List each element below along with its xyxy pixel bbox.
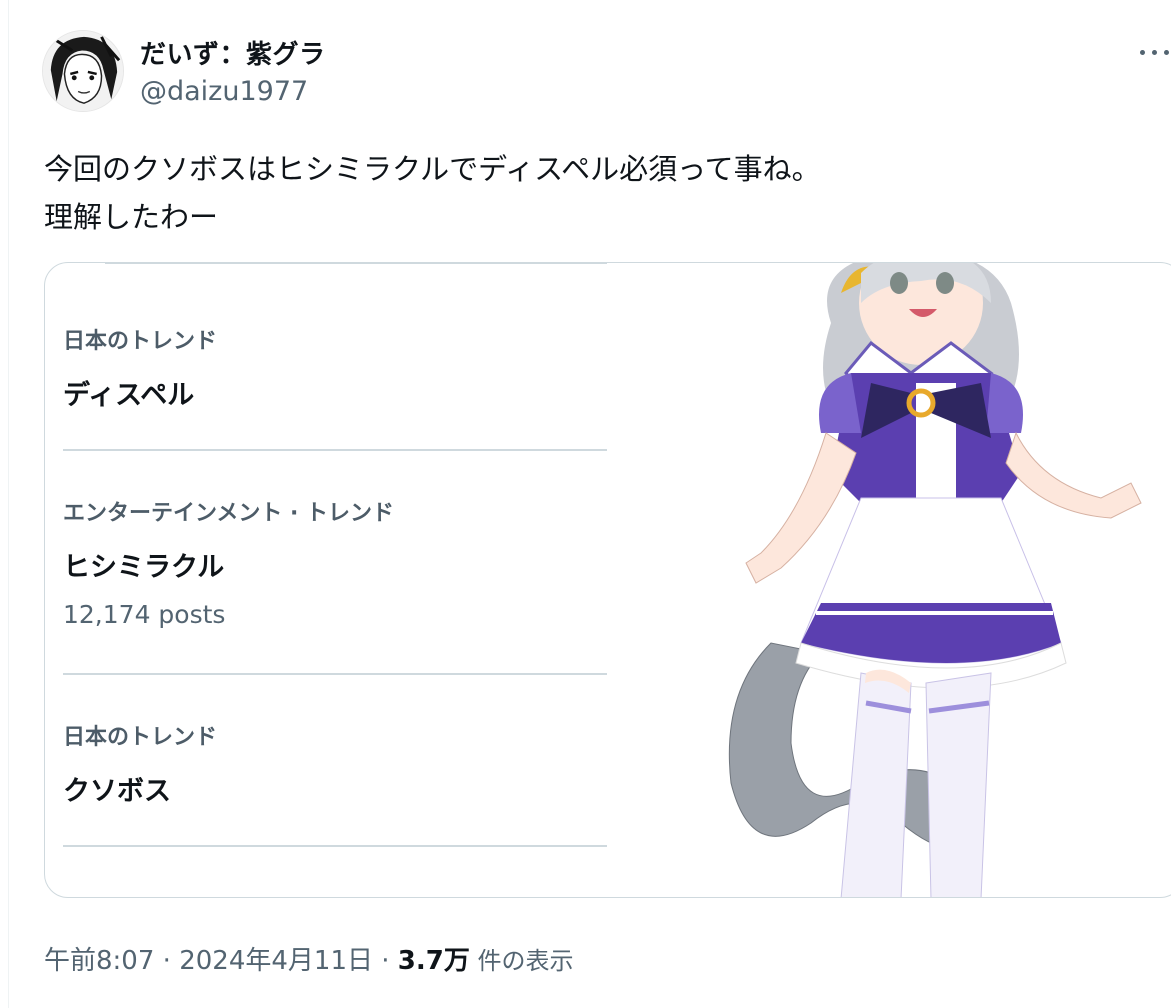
tweet-date[interactable]: 2024年4月11日 [179, 946, 373, 976]
timeline-border [8, 0, 9, 1008]
tweet-line: 理解したわー [44, 200, 219, 234]
trend-item: 日本のトレンド クソボス [63, 719, 609, 808]
views-label: 件の表示 [469, 947, 574, 975]
display-name[interactable]: だいず：紫グラ [140, 34, 326, 71]
trend-divider [63, 449, 607, 451]
trend-divider [63, 845, 607, 847]
trend-post-count: 12,174 posts [63, 600, 226, 629]
tweet-line: 今回のクソボスはヒシミラクルでディスペル必須って事ね。 [44, 152, 821, 186]
meta-separator: · [154, 946, 180, 976]
trend-category: エンターテインメント · トレンド [63, 501, 395, 526]
trend-item: 日本のトレンド ディスペル [63, 323, 609, 412]
trend-item: エンターテインメント · トレンド ヒシミラクル 12,174 posts [63, 495, 609, 629]
anime-character-illustration [728, 263, 1142, 897]
more-options-button[interactable] [1138, 40, 1171, 64]
trend-name: クソボス [63, 776, 171, 807]
avatar-portrait-icon [43, 31, 123, 111]
user-handle[interactable]: @daizu1977 [140, 76, 308, 107]
more-dot-icon [1152, 50, 1157, 55]
avatar[interactable] [42, 30, 124, 112]
tweet-text: 今回のクソボスはヒシミラクルでディスペル必須って事ね。 理解したわー [44, 145, 1134, 241]
views-count[interactable]: 3.7万 [398, 946, 470, 976]
more-dot-icon [1140, 50, 1145, 55]
attached-image[interactable]: 日本のトレンド ディスペル エンターテインメント · トレンド ヒシミラクル 1… [44, 262, 1171, 898]
more-dot-icon [1164, 50, 1169, 55]
trend-name: ヒシミラクル [63, 552, 225, 583]
tweet-time[interactable]: 午前8:07 [44, 946, 154, 976]
tweet-meta: 午前8:07 · 2024年4月11日 · 3.7万 件の表示 [44, 940, 573, 977]
trend-category: 日本のトレンド [63, 329, 218, 354]
trend-divider [63, 673, 607, 675]
trend-category: 日本のトレンド [63, 725, 218, 750]
meta-separator: · [372, 946, 398, 976]
trend-name: ディスペル [63, 380, 195, 411]
